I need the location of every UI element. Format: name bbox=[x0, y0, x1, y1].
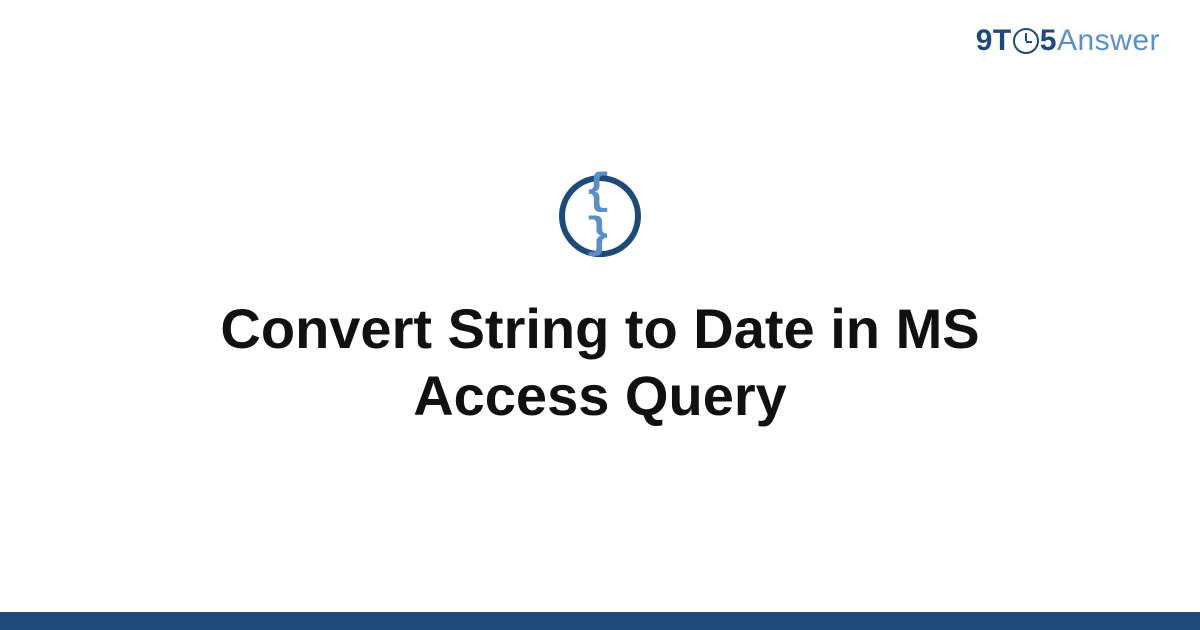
category-badge: { } bbox=[559, 175, 641, 257]
main-content: { } Convert String to Date in MS Access … bbox=[0, 175, 1200, 429]
page-title: Convert String to Date in MS Access Quer… bbox=[140, 295, 1060, 429]
footer-accent-bar bbox=[0, 612, 1200, 630]
code-braces-icon: { } bbox=[565, 170, 635, 258]
logo-text-9t: 9T bbox=[976, 24, 1012, 58]
logo-text-5: 5 bbox=[1040, 24, 1057, 58]
site-logo: 9T 5 Answer bbox=[976, 24, 1160, 58]
logo-text-answer: Answer bbox=[1057, 24, 1160, 58]
clock-icon bbox=[1013, 28, 1039, 54]
